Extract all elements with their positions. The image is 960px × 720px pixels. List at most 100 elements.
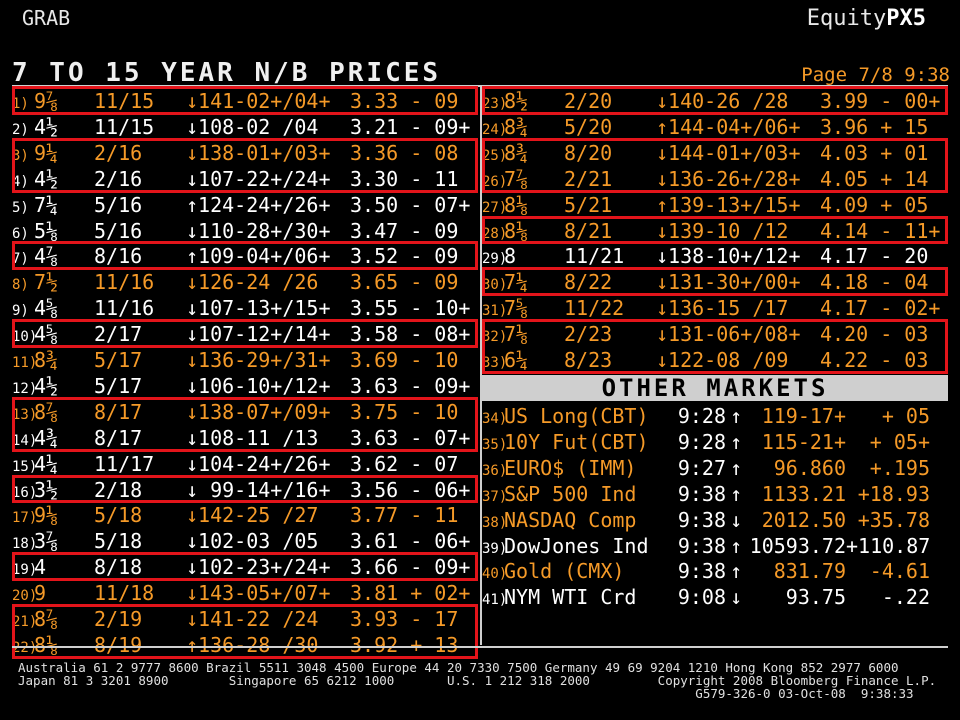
- bond-row[interactable]: 6) 5⅛ 5/16 ↓110-28+/30+ 3.47 - 09: [12, 218, 470, 244]
- market-price: 2012.50: [761, 507, 846, 532]
- market-name: Gold (CMX): [504, 559, 625, 584]
- coupon: 9: [34, 581, 47, 606]
- bid-ask-price: ↓104-24+/26+: [186, 451, 331, 476]
- market-change: -4.61: [869, 559, 930, 584]
- coupon: 8¾: [34, 348, 59, 372]
- direction-arrow-icon: ↓: [729, 507, 743, 532]
- market-row[interactable]: 37)S&P 500 Ind 9:38 ↑ 1133.21 +18.93: [482, 481, 930, 507]
- market-row[interactable]: 40)Gold (CMX) 9:38 ↑ 831.79 -4.61: [482, 558, 930, 584]
- bottom-divider: [12, 646, 948, 648]
- bond-row[interactable]: 5) 7¼ 5/16 ↑124-24+/26+ 3.50 - 07+: [12, 192, 470, 218]
- market-row[interactable]: 36)EURO$ (IMM) 9:27 ↑ 96.860 +.195: [482, 455, 930, 481]
- quote-time: 9:38: [677, 481, 726, 506]
- yield-change: 3.21 - 09+: [350, 114, 471, 139]
- quote-time: 9:08: [677, 585, 726, 610]
- direction-arrow-icon: ↑: [729, 429, 743, 454]
- maturity: 5/18: [94, 529, 143, 554]
- yield-change: 3.96 + 15: [820, 114, 929, 139]
- direction-arrow-icon: ↓: [729, 585, 743, 610]
- maturity: 11/18: [94, 581, 155, 606]
- bond-row[interactable]: 2) 4½ 11/15 ↓108-02 /04 3.21 - 09+: [12, 114, 470, 140]
- coupon: 7½: [34, 270, 59, 295]
- bond-row[interactable]: 29)8 11/21 ↓138-10+/12+ 4.17 - 20: [482, 243, 940, 269]
- market-price: 96.860: [773, 455, 846, 480]
- bond-row[interactable]: 8) 7½ 11/16 ↓126-24 /26 3.65 - 09: [12, 269, 470, 295]
- market-change: +110.87: [846, 533, 931, 558]
- brand-plain: Equity: [806, 6, 887, 31]
- highlight-box: [482, 137, 948, 193]
- coupon: 3⅞: [34, 529, 59, 554]
- bond-row[interactable]: 27)8⅛ 5/21 ↑139-13+/15+ 4.09 + 05: [482, 192, 940, 218]
- coupon: 8⅛: [504, 192, 529, 217]
- highlight-box: [482, 215, 948, 245]
- yield-change: 4.09 + 05: [820, 192, 929, 217]
- maturity: 11/22: [564, 296, 625, 321]
- market-change: + 05+: [869, 429, 930, 454]
- market-row[interactable]: 38)NASDAQ Comp 9:38 ↓ 2012.50 +35.78: [482, 507, 930, 533]
- market-change: +.195: [869, 455, 930, 480]
- bond-row[interactable]: 15)4¼ 11/17 ↓104-24+/26+ 3.62 - 07: [12, 451, 470, 477]
- maturity: 11/17: [94, 451, 155, 476]
- bid-ask-price: ↓110-28+/30+: [186, 218, 331, 243]
- yield-change: 3.63 - 09+: [350, 373, 471, 398]
- bid-ask-price: ↑124-24+/26+: [186, 192, 331, 217]
- bid-ask-price: ↓102-03 /05: [186, 529, 319, 554]
- maturity: 5/18: [94, 503, 143, 528]
- coupon: 4¼: [34, 451, 59, 476]
- maturity: 5/20: [564, 114, 613, 139]
- bond-row[interactable]: 17)9⅛ 5/18 ↓142-25 /27 3.77 - 11: [12, 502, 470, 528]
- market-price: 10593.72: [749, 533, 846, 558]
- bond-row[interactable]: 9) 4⅝ 11/16 ↓107-13+/15+ 3.55 - 10+: [12, 295, 470, 321]
- market-row[interactable]: 34)US Long(CBT) 9:28 ↑ 119-17+ + 05: [482, 403, 930, 429]
- coupon: 7¼: [34, 192, 59, 217]
- maturity: 5/21: [564, 192, 613, 217]
- bond-row[interactable]: 18)3⅞ 5/18 ↓102-03 /05 3.61 - 06+: [12, 528, 470, 554]
- market-price: 1133.21: [761, 481, 846, 506]
- market-name: US Long(CBT): [504, 404, 649, 428]
- highlight-box: [482, 267, 948, 297]
- market-name: NYM WTI Crd: [504, 585, 637, 610]
- other-markets-title: OTHER MARKETS: [482, 375, 948, 401]
- grab-label[interactable]: GRAB: [22, 6, 70, 30]
- bid-ask-price: ↓136-15 /17: [656, 296, 789, 321]
- market-row[interactable]: 41)NYM WTI Crd 9:08 ↓ 93.75 -.22: [482, 584, 930, 610]
- coupon: 4⅝: [34, 296, 59, 321]
- coupon: 5⅛: [34, 218, 59, 243]
- coupon: 8¾: [504, 114, 529, 139]
- yield-change: 3.55 - 10+: [350, 296, 471, 321]
- bid-ask-price: ↓107-13+/15+: [186, 296, 331, 321]
- market-row[interactable]: 39)DowJones Ind 9:38 ↑ 10593.72+110.87: [482, 533, 930, 559]
- coupon: 9⅛: [34, 503, 59, 528]
- market-name: EURO$ (IMM): [504, 455, 637, 480]
- row-number: 41): [482, 592, 508, 609]
- market-name: NASDAQ Comp: [504, 507, 637, 532]
- quote-time: 9:38: [677, 533, 726, 558]
- bid-ask-price: ↓142-25 /27: [186, 503, 319, 528]
- yield-change: 3.69 - 10: [350, 348, 459, 372]
- yield-change: 4.17 - 02+: [820, 296, 941, 321]
- highlight-box: [12, 137, 478, 193]
- market-row[interactable]: 35)10Y Fut(CBT) 9:28 ↑ 115-21+ + 05+: [482, 429, 930, 455]
- bid-ask-price: ↑144-04+/06+: [656, 114, 801, 139]
- market-change: -.22: [881, 585, 930, 610]
- maturity: 5/17: [94, 373, 143, 398]
- quote-time: 9:38: [677, 507, 726, 532]
- direction-arrow-icon: ↑: [729, 533, 743, 558]
- bond-row[interactable]: 12)4½ 5/17 ↓106-10+/12+ 3.63 - 09+: [12, 373, 470, 399]
- bond-row[interactable]: 31)7⅝ 11/22 ↓136-15 /17 4.17 - 02+: [482, 295, 940, 321]
- maturity: 5/16: [94, 218, 143, 243]
- bond-row[interactable]: 24)8¾ 5/20 ↑144-04+/06+ 3.96 + 15: [482, 114, 940, 140]
- bond-row[interactable]: 20)9 11/18 ↓143-05+/07+ 3.81 + 02+: [12, 580, 470, 606]
- brand-bold: PX5: [886, 6, 926, 31]
- maturity: 11/16: [94, 270, 155, 295]
- footer-line-3: G579-326-0 03-Oct-08 9:38:33: [18, 686, 914, 701]
- market-change: +18.93: [857, 481, 930, 506]
- bid-ask-price: ↓126-24 /26: [186, 270, 319, 295]
- highlight-box: [12, 396, 478, 452]
- market-change: + 05: [881, 404, 930, 428]
- market-name: 10Y Fut(CBT): [504, 429, 649, 454]
- bond-row[interactable]: 11)8¾ 5/17 ↓136-29+/31+ 3.69 - 10: [12, 347, 470, 373]
- maturity: 5/16: [94, 192, 143, 217]
- highlight-box: [482, 319, 948, 374]
- direction-arrow-icon: ↑: [729, 404, 743, 428]
